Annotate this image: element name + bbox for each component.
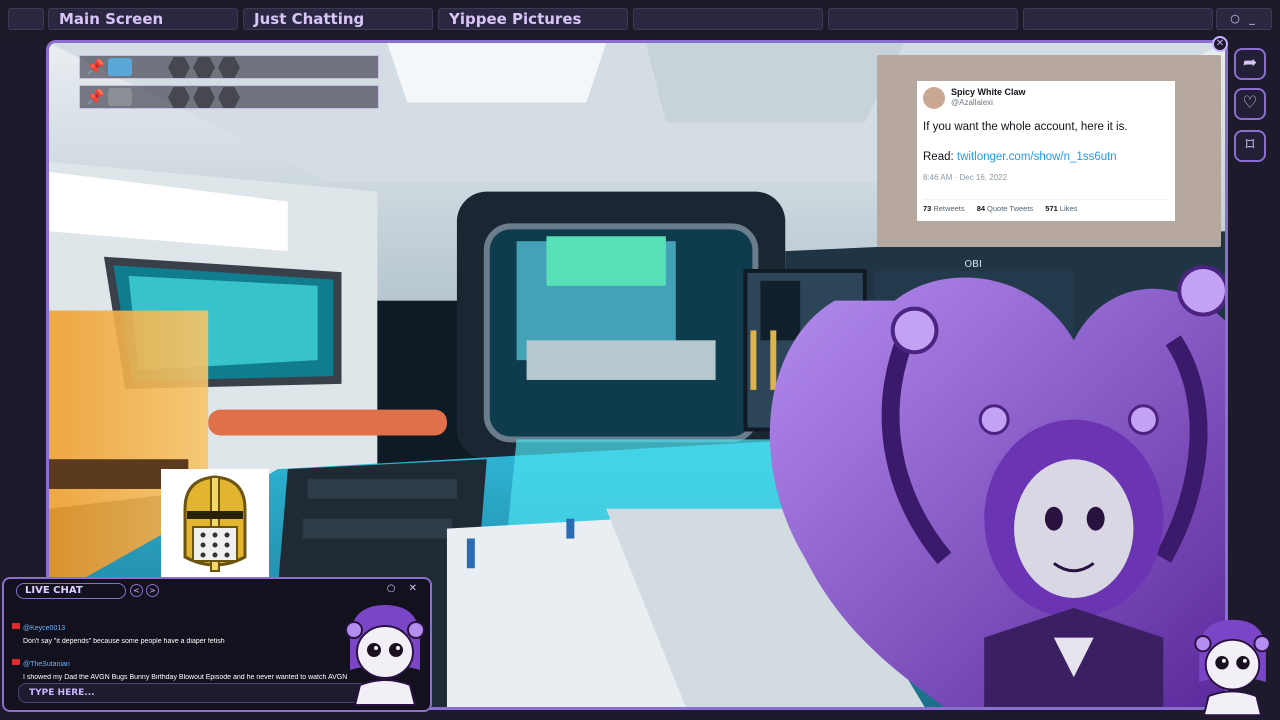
retweet-count: 73 <box>923 204 932 213</box>
tweet-timestamp: 8:46 AM · Dec 16, 2022 <box>923 173 1008 182</box>
item-slot[interactable] <box>218 57 240 78</box>
heart-icon[interactable]: ♡ <box>1234 88 1266 120</box>
quote-label: Quote Tweets <box>987 204 1034 213</box>
item-slot-icon[interactable] <box>108 58 132 76</box>
tweet-read-label: Read: <box>923 151 957 163</box>
item-slot[interactable] <box>193 57 215 78</box>
tweet-body: If you want the whole account, here it i… <box>923 121 1128 133</box>
youtube-icon <box>12 658 20 665</box>
tab-stub[interactable] <box>8 8 44 30</box>
item-slot[interactable] <box>193 87 215 108</box>
chevron-right-icon[interactable]: > <box>146 584 159 597</box>
retweet-label: Retweets <box>933 204 965 213</box>
stream-overlay: Main Screen Just Chatting Yippee Picture… <box>0 0 1280 720</box>
close-icon[interactable]: ✕ <box>1212 36 1228 52</box>
pin-icon[interactable]: 📌 <box>86 58 105 76</box>
tab-empty-2[interactable] <box>828 8 1018 30</box>
item-slot[interactable] <box>168 87 190 108</box>
share-icon[interactable]: ➦ <box>1234 48 1266 80</box>
tab-bar: Main Screen Just Chatting Yippee Picture… <box>0 0 1280 36</box>
tweet-read-line: Read: twitlonger.com/show/n_1ss6utn <box>923 151 1117 163</box>
chevron-left-icon[interactable]: < <box>130 584 143 597</box>
tweet-author-name: Spicy White Claw <box>951 87 1026 97</box>
like-count: 571 <box>1045 204 1058 213</box>
tweet-card: Spicy White Claw @Azallalexi If you want… <box>917 81 1175 221</box>
tab-just-chatting[interactable]: Just Chatting <box>243 8 433 30</box>
tweet-screenshot-panel: Spicy White Claw @Azallalexi If you want… <box>877 55 1221 247</box>
chat-username: @Keyce0013 <box>23 625 66 632</box>
tab-main-screen[interactable]: Main Screen <box>48 8 238 30</box>
mascot-chibi-left <box>345 605 425 706</box>
chat-window-controls[interactable]: ○ ✕ <box>387 583 422 594</box>
like-label: Likes <box>1059 204 1078 213</box>
chat-message: @TheSutanian I showed my Dad the AVGN Bu… <box>12 653 372 681</box>
bookmark-icon[interactable]: ⌑ <box>1234 130 1266 162</box>
chat-text: I showed my Dad the AVGN Bugs Bunny Birt… <box>23 674 348 681</box>
live-chat-title: LIVE CHAT <box>16 583 126 599</box>
mascot-chibi-right <box>1194 619 1271 717</box>
tweet-stats: 73 Retweets 84 Quote Tweets 571 Likes <box>923 199 1167 213</box>
knight-helmet-icon <box>183 475 247 572</box>
tab-empty-1[interactable] <box>633 8 823 30</box>
item-slot-icon[interactable] <box>108 88 132 106</box>
hotbar-2: 📌 <box>79 85 379 109</box>
window-controls[interactable]: ○ _ <box>1216 8 1272 30</box>
knight-helmet-emote <box>161 469 269 577</box>
chat-input[interactable]: TYPE HERE... <box>18 683 368 703</box>
pin-icon[interactable]: 📌 <box>86 88 105 106</box>
item-slot[interactable] <box>168 57 190 78</box>
quote-count: 84 <box>976 204 986 213</box>
tab-empty-3[interactable] <box>1023 8 1213 30</box>
tweet-link[interactable]: twitlonger.com/show/n_1ss6utn <box>957 151 1117 163</box>
chat-username: @TheSutanian <box>23 661 70 668</box>
avatar <box>923 87 945 109</box>
tweet-author-handle: @Azallalexi <box>951 98 993 107</box>
item-slot[interactable] <box>218 87 240 108</box>
game-sign-text: OBI <box>964 259 982 270</box>
chat-text: Don't say "it depends" because some peop… <box>23 638 225 645</box>
tab-yippee-pictures[interactable]: Yippee Pictures <box>438 8 628 30</box>
hotbar-1: 📌 <box>79 55 379 79</box>
chat-message: @Keyce0013 Don't say "it depends" becaus… <box>12 617 372 645</box>
youtube-icon <box>12 622 20 629</box>
